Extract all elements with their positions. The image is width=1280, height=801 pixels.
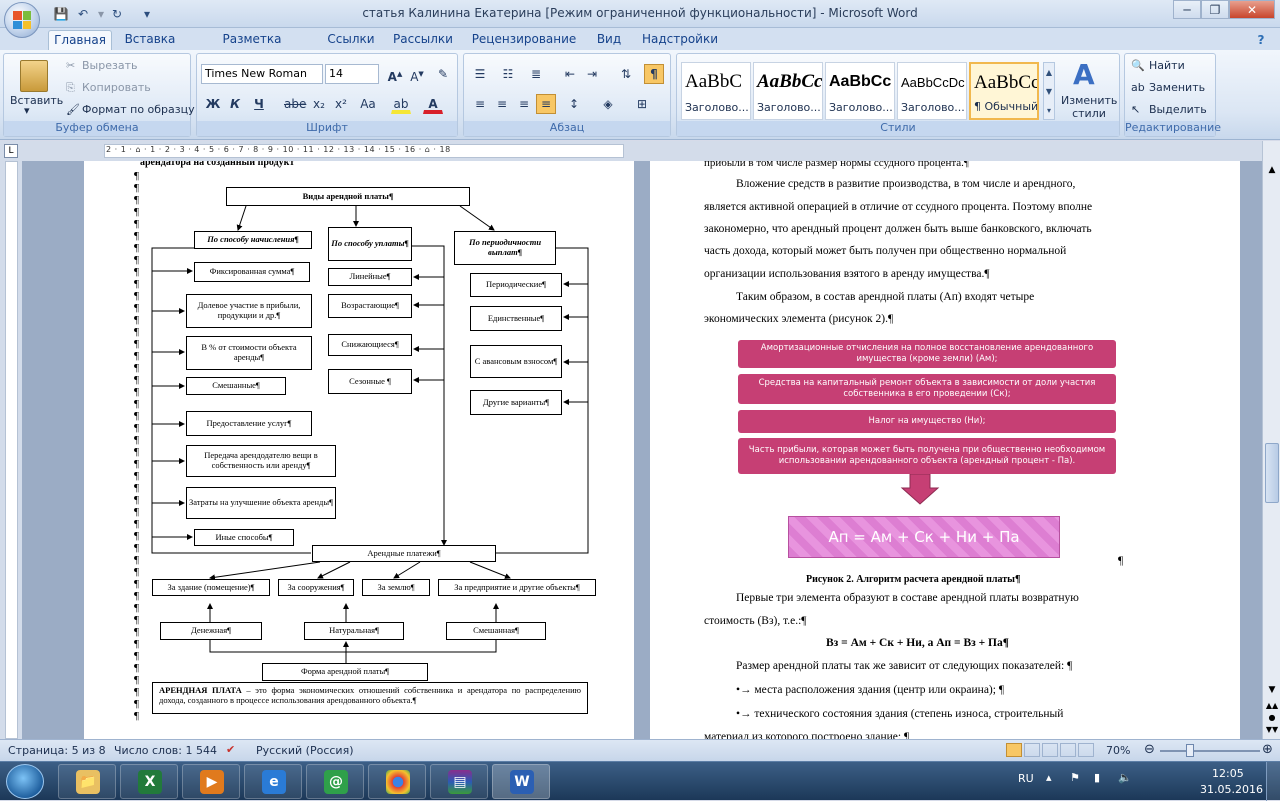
formula-line: Вз = Ам + Ск + Ни, а Ап = Вз + Па¶ <box>826 637 1009 649</box>
zoom-out-icon[interactable]: ⊖ <box>1144 742 1155 757</box>
diagram-title: Виды арендной платы¶ <box>226 187 470 206</box>
left-item: Затраты на улучшение объекта аренды¶ <box>186 487 336 519</box>
start-button[interactable] <box>6 764 44 799</box>
scroll-thumb[interactable] <box>1265 443 1279 503</box>
header-accrual: По способу начисления¶ <box>194 231 312 249</box>
element-bar: Амортизационные отчисления на полное вос… <box>738 340 1116 368</box>
taskbar: 📁 X ▶ e @ ▤ W RU ▴ ⚑ ▮ 🔈 12:05 31.05.201… <box>0 761 1280 801</box>
right-item: Периодические¶ <box>470 273 562 297</box>
taskbar-mail[interactable]: @ <box>306 764 364 799</box>
show-desktop-button[interactable] <box>1266 762 1280 801</box>
prev-page-icon[interactable]: ▲▲ <box>1265 701 1279 713</box>
middle-item: Снижающиеся¶ <box>328 334 412 356</box>
input-language[interactable]: RU <box>1018 772 1034 785</box>
view-buttons <box>1006 743 1100 758</box>
taskbar-ie[interactable]: e <box>244 764 302 799</box>
taskbar-explorer[interactable]: 📁 <box>58 764 116 799</box>
definition-box: АРЕНДНАЯ ПЛАТА – это форма экономических… <box>152 682 588 714</box>
form-item: Смешанная¶ <box>446 622 546 640</box>
header-periodicity: По периодичности выплат¶ <box>454 231 556 265</box>
figure-caption: Рисунок 2. Алгоритм расчета арендной пла… <box>806 574 1021 585</box>
browse-object-icon[interactable]: ● <box>1265 713 1279 725</box>
taskbar-chrome[interactable] <box>368 764 426 799</box>
paragraph-marks-column: ¶ ¶ ¶ ¶ ¶ ¶ ¶ ¶ ¶ ¶ ¶ ¶ ¶ ¶ ¶ ¶ ¶ ¶ ¶ ¶ ¶ ¶ ¶ ¶ ¶ ¶ ¶ ¶ ¶ ¶ ¶ ¶ ¶ ¶ ¶ ¶ ¶ ¶ ¶ ¶… <box>134 170 139 722</box>
right-top-line: прибыли в том числе размер нормы ссудног… <box>704 161 969 169</box>
status-bar: Страница: 5 из 8 Число слов: 1 544 ✔ Рус… <box>0 739 1280 761</box>
para2-line: экономических элемента (рисунок 2).¶ <box>704 313 894 325</box>
para1-line: организации использования взятого в арен… <box>704 268 990 280</box>
bullet-item: •→ технического состояния здания (степен… <box>736 708 1064 720</box>
para1-line: часть дохода, который может быть получен… <box>704 245 1067 257</box>
object-item: За землю¶ <box>362 579 430 596</box>
clock-date[interactable]: 31.05.2016 <box>1200 783 1263 796</box>
middle-item: Линейные¶ <box>328 268 412 286</box>
element-bar: Средства на капитальный ремонт объекта в… <box>738 374 1116 404</box>
scroll-up-icon[interactable]: ▲ <box>1265 165 1279 181</box>
reading-layout-icon[interactable] <box>1024 743 1040 757</box>
office-button[interactable] <box>4 2 40 38</box>
taskbar-media-player[interactable]: ▶ <box>182 764 240 799</box>
form-item: Натуральная¶ <box>304 622 404 640</box>
clock-time[interactable]: 12:05 <box>1212 767 1244 780</box>
left-item: В % от стоимости объекта аренды¶ <box>186 336 312 370</box>
right-item: Другие варианты¶ <box>470 390 562 415</box>
object-item: За предприятие и другие объекты¶ <box>438 579 596 596</box>
para1-line: закономерно, что арендный процент должен… <box>704 223 1092 235</box>
language[interactable]: Русский (Россия) <box>256 744 354 757</box>
form-item: Денежная¶ <box>160 622 262 640</box>
bullet-item: •→ места расположения здания (центр или … <box>736 684 1005 696</box>
middle-item: Сезонные ¶ <box>328 369 412 394</box>
para4-line: Размер арендной платы так же зависит от … <box>736 660 1073 672</box>
word-count[interactable]: Число слов: 1 544 <box>114 744 217 757</box>
right-last-line: материал из которого построено здание; ¶ <box>704 731 910 739</box>
para2-line: Таким образом, в состав арендной платы (… <box>736 291 1035 303</box>
payments-box: Арендные платежи¶ <box>312 545 496 562</box>
zoom-level[interactable]: 70% <box>1106 744 1130 757</box>
object-item: За сооружения¶ <box>278 579 354 596</box>
left-item: Фиксированная сумма¶ <box>194 262 310 282</box>
right-item: Единственные¶ <box>470 306 562 331</box>
zoom-slider[interactable] <box>1160 750 1260 752</box>
page-count[interactable]: Страница: 5 из 8 <box>8 744 106 757</box>
formula-box: Ап = Ам + Ск + Ни + Па <box>788 516 1060 558</box>
next-page-icon[interactable]: ▼▼ <box>1265 725 1279 737</box>
taskbar-excel[interactable]: X <box>120 764 178 799</box>
zoom-thumb[interactable] <box>1186 744 1194 757</box>
left-item: Смешанные¶ <box>186 377 286 395</box>
draft-icon[interactable] <box>1078 743 1094 757</box>
object-item: За здание (помещение)¶ <box>152 579 270 596</box>
outline-icon[interactable] <box>1060 743 1076 757</box>
web-layout-icon[interactable] <box>1042 743 1058 757</box>
taskbar-winrar[interactable]: ▤ <box>430 764 488 799</box>
para1-line: Вложение средств в развитие производства… <box>736 178 1076 190</box>
scroll-down-icon[interactable]: ▼ <box>1265 685 1279 699</box>
vertical-scrollbar[interactable]: ▲ ▼ ▲▲ ● ▼▼ <box>1262 141 1280 739</box>
tray-flag-icon[interactable]: ⚑ <box>1070 771 1080 784</box>
header-payment: По способу уплаты¶ <box>328 227 412 261</box>
print-layout-icon[interactable] <box>1006 743 1022 757</box>
left-item: Передача арендодателю вещи в собственнос… <box>186 445 336 477</box>
left-item: Предоставление услуг¶ <box>186 411 312 436</box>
pilcrow: ¶ <box>1118 555 1124 567</box>
taskbar-word[interactable]: W <box>492 764 550 799</box>
element-bar: Часть прибыли, которая может быть получе… <box>738 438 1116 474</box>
network-icon[interactable]: ▮ <box>1094 771 1100 784</box>
tray-arrow-icon[interactable]: ▴ <box>1046 771 1052 784</box>
para3-line: Первые три элемента образуют в составе а… <box>736 592 1079 604</box>
volume-icon[interactable]: 🔈 <box>1118 771 1132 784</box>
left-item: Долевое участие в прибыли, продукции и д… <box>186 294 312 328</box>
form-title-box: Форма арендной платы¶ <box>262 663 428 681</box>
down-arrow-icon <box>900 474 940 505</box>
para3-line: стоимость (Вз), т.е.:¶ <box>704 615 807 627</box>
spellcheck-icon[interactable]: ✔ <box>226 743 235 756</box>
para1-line: является активной операцией в отличие от… <box>704 201 1093 213</box>
middle-item: Возрастающие¶ <box>328 294 412 318</box>
zoom-in-icon[interactable]: ⊕ <box>1262 742 1273 757</box>
element-bar: Налог на имущество (Ни); <box>738 410 1116 433</box>
right-item: С авансовым взносом¶ <box>470 345 562 378</box>
left-item: Иные способы¶ <box>194 529 294 546</box>
